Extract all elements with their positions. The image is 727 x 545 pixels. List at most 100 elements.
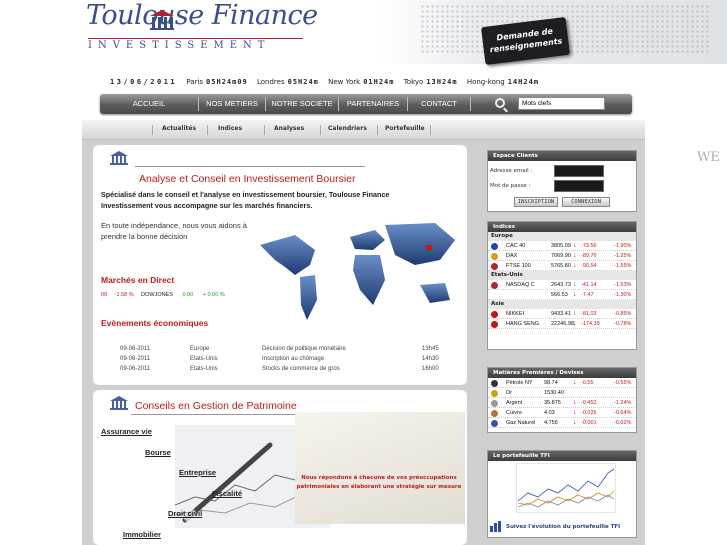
main-nav: ACCUEIL NOS METIERS NOTRE SOCIETE PARTEN… [100,94,632,114]
email-field[interactable] [554,165,604,177]
index-name: FTSE 100 [506,262,531,269]
commodity-icon [491,389,498,397]
index-value: 7069.90 [551,252,571,259]
portefeuille-chart[interactable] [516,463,616,513]
commodity-row[interactable]: Gaz Naturel 4.756 ↓ -0.001 -0.02% [488,418,636,428]
ticker-city: Hong-kong [466,78,505,86]
commodity-icon [491,409,498,417]
connexion-button[interactable]: CONNEXION [562,197,610,207]
ticker-time: 13H24m [426,78,458,86]
down-arrow-icon: ↓ [573,252,577,259]
bank-icon [110,151,128,165]
event-title: Décision de politique monétaire [262,346,346,352]
event-title: Stocks de commerce de gros [262,366,340,372]
link-bourse[interactable]: Bourse [145,448,171,457]
search-input[interactable] [518,97,605,110]
commodity-value: 4.03 [544,409,555,416]
logo-bank-icon [149,9,175,33]
analyse-tagline: En toute indépendance, nous vous aidons … [101,221,247,241]
commodity-row[interactable]: Cuivre 4.03 ↓ -0.026 -0.64% [488,408,636,418]
index-row[interactable]: CAC 40 3805.09 ↓ -73.56 -1.90% [488,241,636,251]
matieres-box: Matières Premières / Devises Pétrole NY 9… [487,367,637,433]
commodity-icon [491,419,498,427]
link-entreprise[interactable]: Entreprise [179,468,216,477]
down-arrow-icon: ↓ [573,320,577,327]
commodity-name: Argent [506,399,523,406]
down-arrow-icon: ↓ [573,291,577,298]
portefeuille-caption[interactable]: Suivez l'évolution du portefeuille TFI [506,524,620,530]
down-arrow-icon: ↓ [573,399,577,406]
ticker-time: 01H24m [363,78,395,86]
subnav-separator [430,125,431,135]
index-row[interactable]: NIKKEI 9433.41 ↓ -81.03 -0.85% [488,309,636,319]
index-row[interactable]: DAX 7069.90 ↓ -89.76 -1.25% [488,251,636,261]
commodity-icon [491,379,498,387]
commodity-row[interactable]: Pétrole NY 98.74 ↓ -0.55 -0.55% [488,378,636,388]
commodity-icon [491,399,498,407]
divider [135,166,365,167]
portefeuille-title: Le portefeuille TFI [488,451,636,461]
index-change: -81.03 [581,310,597,317]
espace-clients-title: Espace Clients [488,151,636,161]
sub-nav: Actualités Indices Analyses Calendriers … [82,120,645,140]
index-pct: -1.53% [614,281,632,288]
index-change: -90.54 [581,262,597,269]
patrimoine-note: Nous répondons à chacune de vos préoccup… [296,475,462,490]
subnav-portefeuille[interactable]: Portefeuille [385,125,425,132]
index-row[interactable]: NASDAQ C 2643.73 ↓ -41.14 -1.53% [488,280,636,290]
commodity-row[interactable]: Or 1530.40 [488,388,636,398]
link-droit-civil[interactable]: Droit civil [168,509,202,518]
index-row[interactable]: HANG SENG 22246.98 ↓ -174.39 -0.78% [488,319,636,329]
link-assurance-vie[interactable]: Assurance vie [101,427,152,436]
commodity-name: Gaz Naturel [506,419,536,426]
commodity-pct: -0.55% [614,379,632,386]
index-value: 5765.80 [551,262,571,269]
ticker-city: New York [328,78,361,86]
nav-accueil[interactable]: ACCUEIL [100,94,198,114]
index-pct: -1.25% [614,252,632,259]
index-name: NASDAQ C [506,281,535,288]
marches-change: 0.00 [182,292,194,298]
index-change: -89.76 [581,252,597,259]
espace-clients-box: Espace Clients Adresse email : Mot de pa… [487,150,637,212]
index-value: 9433.41 [551,310,571,317]
index-row[interactable]: 566.53 ↓ -7.47 -1.30% [488,290,636,300]
event-date: 09-06-2011 [120,366,151,372]
logo-subtitle: INVESTISSEMENT [88,38,303,51]
link-fiscalite[interactable]: Fiscalité [212,489,242,498]
marches-title[interactable]: Marchés en Direct [101,275,174,285]
link-immobilier[interactable]: Immobilier [123,530,161,539]
events-title[interactable]: Evènements économiques [101,318,208,328]
logo[interactable]: Toulouse Finance [86,0,318,31]
subnav-calendriers[interactable]: Calendriers [328,125,367,132]
nav-contact[interactable]: CONTACT [408,94,470,114]
subnav-actualites[interactable]: Actualités [162,125,196,132]
index-row[interactable]: FTSE 100 5765.80 ↓ -90.54 -1.55% [488,261,636,271]
subnav-indices[interactable]: Indices [218,125,242,132]
commodity-value: 35.875 [544,399,561,406]
event-zone: Etats-Unis [190,356,218,362]
commodity-change: -0.55 [581,379,594,386]
commodity-value: 98.74 [544,379,558,386]
ticker-city: Tokyo [403,78,424,86]
event-row: 09-06-2011 Europe Décision de politique … [120,346,450,355]
indices-title: Indices [488,222,636,232]
nav-nos-metiers[interactable]: NOS METIERS [199,94,265,114]
index-value: 22246.98 [551,320,574,327]
commodity-row[interactable]: Argent 35.875 ↓ -0.452 -1.24% [488,398,636,408]
subnav-analyses[interactable]: Analyses [274,125,304,132]
inscription-button[interactable]: INSCRIPTION [514,197,558,207]
index-value: 2643.73 [551,281,571,288]
ticker-time: 05H24m09 [206,78,248,86]
nav-partenaires[interactable]: PARTENAIRES [339,94,407,114]
commodity-pct: -0.64% [614,409,632,416]
indices-group-label: Asie [488,300,636,309]
index-value: 3805.09 [551,242,571,249]
index-change: -41.14 [581,281,597,288]
nav-notre-societe[interactable]: NOTRE SOCIETE [266,94,338,114]
search-icon[interactable] [495,98,505,108]
commodity-name: Pétrole NY [506,379,533,386]
down-arrow-icon: ↓ [573,262,577,269]
password-field[interactable] [554,180,604,192]
event-time: 14h30 [422,356,439,362]
